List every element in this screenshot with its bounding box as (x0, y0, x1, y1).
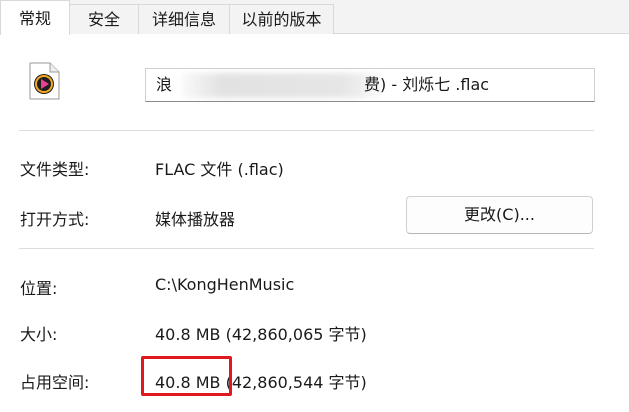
location-label: 位置: (20, 279, 58, 298)
file-name-redacted (182, 73, 382, 98)
file-type-value: FLAC 文件 (.flac) (155, 160, 284, 179)
size-label: 大小: (20, 325, 58, 344)
opens-with-label: 打开方式: (20, 210, 90, 229)
file-name-field[interactable]: 浪 费) - 刘烁七 .flac (145, 68, 595, 102)
tab-bar: 常规 安全 详细信息 以前的版本 (0, 0, 629, 35)
divider (19, 130, 594, 131)
tab-previous-versions[interactable]: 以前的版本 (229, 4, 334, 34)
tab-general[interactable]: 常规 (0, 0, 70, 35)
opens-with-value: 媒体播放器 (155, 210, 236, 229)
tab-security[interactable]: 安全 (69, 4, 139, 34)
media-player-file-icon (29, 62, 60, 100)
tab-details[interactable]: 详细信息 (138, 4, 230, 34)
divider (19, 248, 594, 249)
file-name-suffix: 费) - 刘烁七 .flac (364, 75, 490, 94)
file-type-label: 文件类型: (20, 160, 90, 179)
size-on-disk-label: 占用空间: (20, 373, 90, 392)
size-value: 40.8 MB (42,860,065 字节) (155, 325, 367, 344)
file-name-prefix: 浪 (156, 75, 173, 94)
change-button[interactable]: 更改(C)... (406, 196, 593, 234)
location-value: C:\KongHenMusic (155, 275, 295, 294)
highlight-annotation (141, 356, 232, 396)
